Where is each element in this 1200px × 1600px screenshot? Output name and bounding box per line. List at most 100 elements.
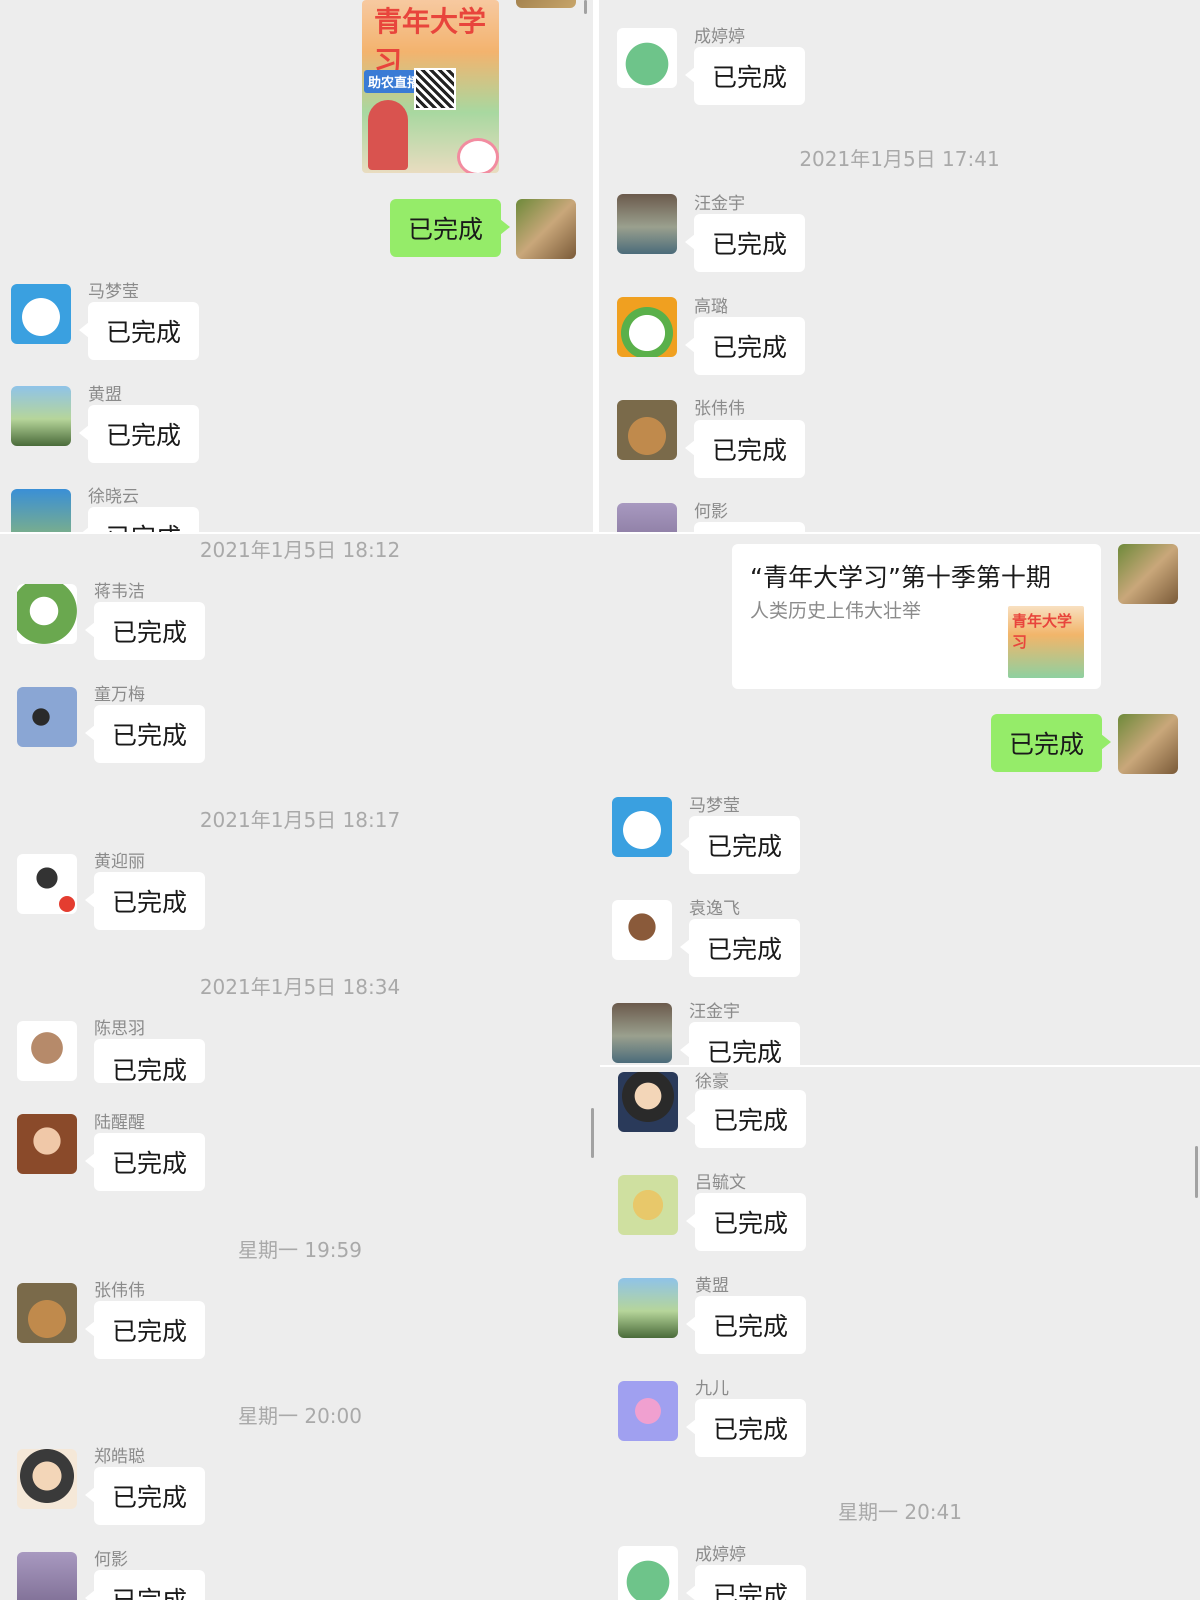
mascot-icon [457,138,499,173]
card-subtitle: 人类历史上伟大壮举 [750,600,922,622]
message-bubble[interactable]: 已完成 [84,1570,206,1600]
message-bubble[interactable]: 已完成 [684,317,806,375]
message-bubble[interactable]: 已完成 [685,1565,807,1600]
scrollbar[interactable] [1195,1146,1198,1198]
sender-name: 黄盟 [695,1276,729,1296]
sender-name: 郑皓聪 [94,1447,145,1467]
avatar-chen-siyu[interactable] [17,1021,77,1081]
sender-name: 童万梅 [94,685,145,705]
avatar-wang-jinyu[interactable] [617,194,677,254]
flag-badge-icon [59,896,75,912]
avatar-huang-meng[interactable] [618,1278,678,1338]
sender-name: 高璐 [694,297,728,317]
message-bubble[interactable]: 已完成 [84,1133,206,1191]
sender-name: 陈思羽 [94,1019,145,1039]
message-bubble[interactable]: 已完成 [84,705,206,763]
message-bubble[interactable]: 已完成 [94,1039,206,1083]
timestamp: 星期一 20:41 [838,1500,962,1524]
sender-name: 成婷婷 [694,27,745,47]
sender-name: 徐晓云 [88,487,139,507]
message-bubble[interactable]: 已完成 [684,214,806,272]
sender-name: 吕毓文 [695,1173,746,1193]
sender-name: 何影 [94,1550,128,1570]
message-bubble[interactable]: 已完成 [685,1399,807,1457]
avatar-ma-mengying[interactable] [11,284,71,344]
message-bubble[interactable]: 已完成 [684,420,806,478]
sender-name: 徐豪 [695,1072,729,1092]
avatar-zhang-weiwei[interactable] [17,1283,77,1343]
scrollbar[interactable] [584,0,587,14]
avatar-xu-hao[interactable] [618,1072,678,1132]
message-bubble[interactable]: 已完成 [684,47,806,105]
message-bubble[interactable]: 已完成 [685,1090,807,1148]
poster-image[interactable]: 青年大学习 助农直播 [362,0,499,173]
sender-name: 马梦莹 [88,282,139,302]
avatar-tong-wanmei[interactable] [17,687,77,747]
chat-panel-bottom-left: 2021年1月5日 18:12 蒋韦洁 已完成 童万梅 已完成 2021年1月5… [0,534,600,1600]
card-thumbnail: 青年大学习 [1008,606,1084,678]
avatar-gao-lu[interactable] [617,297,677,357]
chat-panel-bottom-right-upper: “青年大学习”第十季第十期 人类历史上伟大壮举 青年大学习 已完成 马梦莹 已完… [600,534,1200,1065]
sender-name: 蒋韦洁 [94,582,145,602]
card-thumb-title: 青年大学习 [1012,612,1073,651]
avatar-lu-xingxing[interactable] [17,1114,77,1174]
avatar-wang-jinyu[interactable] [612,1003,672,1063]
card-title: “青年大学习”第十季第十期 [750,563,1051,592]
sender-name: 张伟伟 [694,399,745,419]
message-bubble-self[interactable]: 已完成 [991,714,1112,772]
avatar-cheng-tingting[interactable] [617,28,677,88]
sender-name: 黄盟 [88,385,122,405]
message-bubble[interactable]: 已完成 [685,1296,807,1354]
sender-name: 张伟伟 [94,1281,145,1301]
message-bubble[interactable]: 已完成 [694,522,806,532]
sender-name: 九儿 [695,1379,729,1399]
message-bubble-self[interactable]: 已完成 [390,199,511,257]
timestamp: 2021年1月5日 18:12 [199,538,401,562]
timestamp: 2021年1月5日 17:41 [799,147,1000,171]
chat-panel-bottom-right-lower: 徐豪 已完成 吕毓文 已完成 黄盟 已完成 九儿 已完成 星期一 20:41 成… [600,1067,1200,1600]
avatar-self[interactable] [516,0,576,8]
avatar-cheng-tingting[interactable] [618,1546,678,1600]
avatar-jiu-er[interactable] [618,1381,678,1441]
message-bubble[interactable]: 已完成 [84,872,206,930]
article-link-card[interactable]: “青年大学习”第十季第十期 人类历史上伟大壮举 青年大学习 [732,544,1101,689]
message-bubble[interactable]: 已完成 [84,1301,206,1359]
chat-panel-top-right: 已完成 成婷婷 已完成 2021年1月5日 17:41 汪金宇 已完成 高璐 已… [599,0,1200,532]
message-bubble[interactable]: 已完成 [84,602,206,660]
message-bubble[interactable]: 已完成 [78,507,200,532]
message-bubble[interactable]: 已完成 [84,1467,206,1525]
qr-code-icon [414,68,456,110]
avatar-yuan-yifei[interactable] [612,900,672,960]
timestamp: 2021年1月5日 18:34 [199,975,401,999]
message-bubble[interactable]: 已完成 [78,405,200,463]
avatar-jiang-weijie[interactable] [17,584,77,644]
avatar-huang-yingli[interactable] [17,854,77,914]
avatar-ma-mengying[interactable] [612,797,672,857]
message-bubble[interactable]: 已完成 [78,302,200,360]
avatar-he-ying[interactable] [17,1552,77,1600]
message-bubble[interactable]: 已完成 [685,1193,807,1251]
sender-name: 成婷婷 [695,1545,746,1565]
avatar-zhang-weiwei[interactable] [617,400,677,460]
sender-name: 黄迎丽 [94,852,145,872]
message-bubble[interactable]: 已完成 [679,1022,801,1065]
avatar-self[interactable] [516,199,576,259]
sender-name: 陆醒醒 [94,1113,145,1133]
avatar-self[interactable] [1118,714,1178,774]
timestamp: 2021年1月5日 18:17 [199,808,401,832]
sender-name: 汪金宇 [689,1002,740,1022]
avatar-zheng-haocong[interactable] [17,1449,77,1509]
avatar-xu-xiaoyun[interactable] [11,489,71,532]
avatar-huang-meng[interactable] [11,386,71,446]
scrollbar[interactable] [591,1108,594,1158]
timestamp: 星期一 20:00 [238,1404,362,1428]
sender-name: 袁逸飞 [689,899,740,919]
farmer-figure [368,100,408,170]
avatar-self[interactable] [1118,544,1178,604]
avatar-he-ying[interactable] [617,503,677,532]
avatar-lv-yuwen[interactable] [618,1175,678,1235]
sender-name: 马梦莹 [689,796,740,816]
message-bubble[interactable]: 已完成 [679,816,801,874]
chat-panel-top-left: 青年大学习 助农直播 已完成 马梦莹 已完成 黄盟 已完成 徐晓云 已完成 [0,0,593,532]
message-bubble[interactable]: 已完成 [679,919,801,977]
